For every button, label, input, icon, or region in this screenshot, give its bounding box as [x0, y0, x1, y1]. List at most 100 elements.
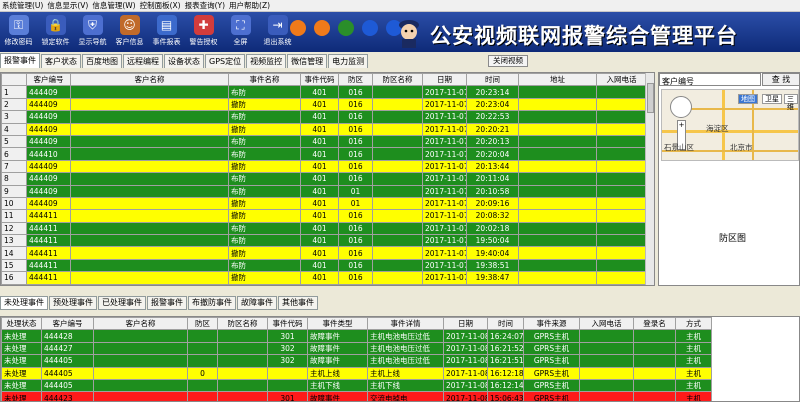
column-header[interactable]: 客户编号	[26, 73, 71, 87]
table-row[interactable]: 1444409布防4010162017-11-0720:23:14GPR	[1, 85, 654, 99]
event-tab-6[interactable]: 其他事件	[278, 296, 318, 310]
menu-item[interactable]: 控制面板(X)	[140, 0, 181, 11]
table-row[interactable]: 未处理 444428 301 故障事件 主机电池电压过低 2017-11-08 16:24:…	[1, 329, 712, 343]
orange-light-icon[interactable]	[290, 20, 306, 36]
column-header[interactable]: 日期	[443, 317, 488, 331]
event-tab-3[interactable]: 报警事件	[147, 296, 187, 310]
cell-zone	[187, 391, 218, 401]
table-row[interactable]: 8444409布防4010162017-11-0720:11:04GPR	[1, 172, 654, 186]
cell-event: 布防	[228, 221, 301, 236]
event-tab-5[interactable]: 故障事件	[237, 296, 277, 310]
exit-icon: ⇥	[267, 15, 288, 35]
table-row[interactable]: 5444409布防4010162017-11-0720:20:13GPR	[1, 134, 654, 149]
table-row[interactable]: 14444411撤防4010162017-11-0719:40:04GPR	[1, 246, 654, 260]
column-header[interactable]: 事件名称	[228, 73, 301, 87]
toolbar-button-key[interactable]: ⚿ 修改密码	[0, 12, 37, 52]
tab-8[interactable]: 电力监测	[328, 54, 369, 68]
table-row[interactable]: 3444409布防4010162017-11-0720:22:53GPR	[1, 110, 654, 124]
baidu-map[interactable]: + 地图 卫星 三维 海淀区 石景山区 北京市	[661, 89, 799, 161]
menu-item[interactable]: 用户帮助(Z)	[229, 0, 270, 11]
column-header[interactable]: 入网电话	[579, 317, 634, 331]
tab-5[interactable]: GPS定位	[205, 54, 246, 68]
green-light-icon[interactable]	[338, 20, 354, 36]
toolbar-button-report[interactable]: ▤ 事件报表	[148, 12, 185, 52]
event-tab-1[interactable]: 预处理事件	[49, 296, 97, 310]
vertical-scrollbar[interactable]	[645, 73, 654, 285]
column-header[interactable]: 防区名称	[217, 317, 268, 331]
table-row[interactable]: 未处理 444405 0 主机上线 主机上线 2017-11-08 16:12:18 GPRS…	[1, 366, 712, 380]
column-header[interactable]: 客户名称	[70, 73, 229, 87]
orange-light-icon[interactable]	[314, 20, 330, 36]
menu-item[interactable]: 信息显示(V)	[47, 0, 88, 11]
event-tab-2[interactable]: 已处理事件	[98, 296, 146, 310]
satellite-mode-button[interactable]: 卫星	[762, 94, 782, 104]
menu-item[interactable]: 系统管理(U)	[2, 0, 43, 11]
column-header[interactable]: 防区名称	[372, 73, 423, 87]
map-mode-button[interactable]: 地图	[738, 94, 758, 104]
column-header[interactable]: 事件类型	[307, 317, 368, 331]
search-button[interactable]: 查 找	[762, 73, 800, 86]
tab-1[interactable]: 客户状态	[41, 54, 81, 68]
column-header[interactable]: 方式	[675, 317, 712, 331]
table-row[interactable]: 未处理 444405 主机下线 主机下线 2017-11-08 16:12:14 GPRS主…	[1, 378, 712, 393]
map-pan-control[interactable]	[670, 96, 692, 118]
table-row[interactable]: 13444411布防4010162017-11-0719:50:04GPR	[1, 234, 654, 248]
column-header[interactable]: 处理状态	[1, 317, 42, 331]
column-header[interactable]: 事件代码	[267, 317, 308, 331]
table-row[interactable]: 2444409撤防4010162017-11-0720:23:04GPR	[1, 97, 654, 112]
column-header[interactable]: 事件详情	[367, 317, 444, 331]
event-tab-4[interactable]: 布撤防事件	[188, 296, 236, 310]
cell-addr	[518, 159, 597, 174]
table-row[interactable]: 12444411布防4010162017-11-0720:02:18GPR	[1, 221, 654, 236]
blue-light-icon[interactable]	[362, 20, 378, 36]
table-row[interactable]: 6444410布防4010162017-11-0720:20:04GPR	[1, 147, 654, 161]
column-header[interactable]: 防区	[187, 317, 218, 331]
tab-6[interactable]: 视频监控	[246, 54, 287, 68]
column-header[interactable]: 登录名	[633, 317, 676, 331]
toolbar-button-user[interactable]: ☺ 客户信息	[111, 12, 148, 52]
toolbar-button-fullscreen[interactable]: ⛶ 全屏	[222, 12, 259, 52]
tab-7[interactable]: 微信管理	[287, 54, 328, 68]
table-row[interactable]: 10444409撤防401012017-11-0720:09:16GPR	[1, 196, 654, 211]
table-row[interactable]: 未处理 444427 302 故障事件 主机电池电压过低 2017-11-08 16:21:…	[1, 341, 712, 356]
menu-item[interactable]: 报表查询(Y)	[185, 0, 225, 11]
3d-mode-button[interactable]: 三维	[784, 94, 798, 111]
table-row[interactable]: 未处理 444423 301 故障事件 交流电掉电 2017-11-08 15:06:43 G…	[1, 391, 712, 401]
cell-time: 16:21:52	[487, 341, 524, 356]
tab-4[interactable]: 设备状态	[164, 54, 204, 68]
cell-code: 401	[300, 246, 339, 260]
column-header[interactable]: 时间	[466, 73, 519, 87]
column-header[interactable]: 客户编号	[41, 317, 94, 331]
close-video-button[interactable]: 关闭视频	[488, 55, 528, 67]
tab-2[interactable]: 百度地图	[82, 54, 122, 68]
cell-id: 444423	[41, 391, 94, 401]
column-header[interactable]: 地址	[518, 73, 597, 87]
table-row[interactable]: 4444409撤防4010162017-11-0720:20:21GPR	[1, 122, 654, 136]
toolbar-button-lock[interactable]: 🔒 锁定软件	[37, 12, 74, 52]
column-header[interactable]: 客户名称	[93, 317, 188, 331]
event-tab-0[interactable]: 未处理事件	[0, 296, 48, 310]
cell-status: 未处理	[1, 341, 42, 356]
column-header[interactable]: 时间	[487, 317, 524, 331]
column-header[interactable]: 日期	[422, 73, 467, 87]
toolbar-button-shield[interactable]: ⛨ 显示导航	[74, 12, 111, 52]
tab-0[interactable]: 报警事件	[0, 53, 40, 68]
cell-zone: 016	[338, 246, 373, 260]
column-header[interactable]: 事件代码	[300, 73, 339, 87]
column-header[interactable]: 事件来源	[523, 317, 580, 331]
menu-item[interactable]: 信息管理(W)	[92, 0, 135, 11]
cell-name	[70, 258, 229, 273]
tab-3[interactable]: 远程编程	[123, 54, 163, 68]
column-header[interactable]	[1, 73, 27, 87]
table-row[interactable]: 7444409撤防4010162017-11-0720:13:44GPR	[1, 159, 654, 174]
toolbar-button-gift[interactable]: ✚ 警告授权	[185, 12, 222, 52]
table-row[interactable]: 9444409布防401012017-11-0720:10:58GPR	[1, 184, 654, 198]
column-header[interactable]: 入网电话	[596, 73, 647, 87]
table-row[interactable]: 16444411撤防4010162017-11-0719:38:47GPR	[1, 271, 654, 285]
table-row[interactable]: 未处理 444405 302 故障事件 主机电池电压过低 2017-11-08 16:21:…	[1, 354, 712, 368]
cell-zone: 016	[338, 85, 373, 99]
customer-id-input[interactable]: 客户编号	[659, 73, 761, 86]
table-row[interactable]: 15444411布防4010162017-11-0719:38:51GPR	[1, 258, 654, 273]
table-row[interactable]: 11444411撤防4010162017-11-0720:08:32GPR	[1, 209, 654, 223]
column-header[interactable]: 防区	[338, 73, 373, 87]
